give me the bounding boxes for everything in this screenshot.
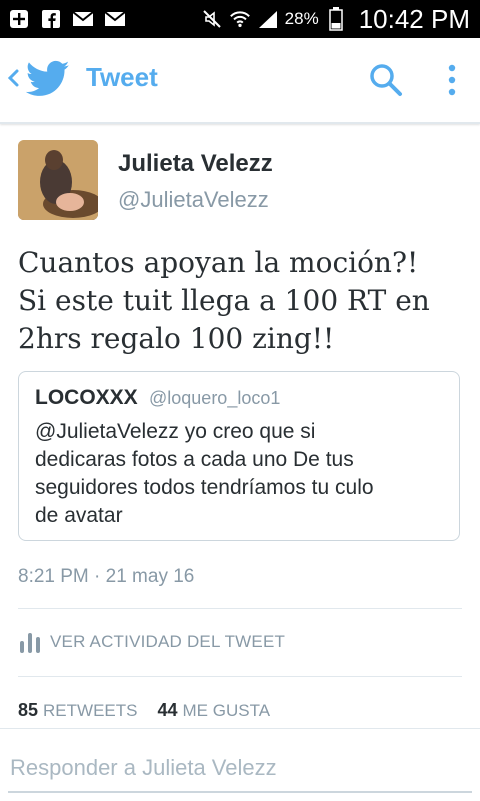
quoted-tweet-text: @JulietaVelezz yo creo que si dedicaras … [35,418,445,530]
view-activity-button[interactable]: VER ACTIVIDAD DEL TWEET [18,626,285,658]
mail-icon [104,9,126,29]
wifi-icon [229,9,251,29]
search-icon[interactable] [368,62,404,98]
quoted-author-name: LOCOXXX [35,386,138,409]
reply-input[interactable] [8,747,474,789]
add-icon [8,9,30,29]
quoted-tweet[interactable]: LOCOXXX @loquero_loco1 @JulietaVelezz yo… [18,371,460,541]
avatar[interactable] [18,140,98,220]
mute-icon [201,9,223,29]
reply-underline [8,791,472,793]
quoted-text-line: de avatar [35,504,123,527]
tweet-text-line: Cuantos apoyan la moción?! [18,246,419,279]
divider [18,608,462,609]
bar-chart-icon [18,629,42,655]
likes-label: ME GUSTA [182,701,271,720]
likes-stat[interactable]: 44 ME GUSTA [157,700,270,721]
retweets-label: RETWEETS [43,701,138,720]
tweet-timestamp: 8:21 PM · 21 may 16 [18,566,195,587]
app-bar: Tweet [0,38,480,124]
reply-composer [0,728,480,801]
likes-count: 44 [157,700,178,720]
battery-icon [325,7,347,31]
tweet-text-line: 2hrs regalo 100 zing!! [18,322,335,355]
view-activity-label: VER ACTIVIDAD DEL TWEET [50,632,286,651]
divider [18,676,462,677]
quoted-text-line: dedicaras fotos a cada uno De tus [35,448,354,471]
battery-percent: 28% [284,9,319,28]
notification-icons [8,9,126,29]
author-name[interactable]: Julieta Velezz [118,150,273,178]
retweets-stat[interactable]: 85 RETWEETS [18,700,137,721]
twitter-bird-icon[interactable] [25,60,70,98]
signal-icon [257,9,279,29]
quoted-author-handle: @loquero_loco1 [149,388,281,408]
author-handle[interactable]: @JulietaVelezz [118,187,269,213]
engagement-stats: 85 RETWEETS 44 ME GUSTA [18,700,290,721]
quoted-text-line: seguidores todos tendríamos tu culo [35,476,374,499]
quoted-text-line: @JulietaVelezz yo creo que si [35,420,316,443]
app-title: Tweet [86,62,158,92]
status-bar: 28% 10:42 PM [0,0,480,38]
mail-icon [72,9,94,29]
back-chevron-icon[interactable] [6,64,20,92]
tweet-text: Cuantos apoyan la moción?! Si este tuit … [18,244,462,358]
overflow-menu-icon[interactable] [440,60,464,100]
clock: 10:42 PM [358,3,470,34]
retweets-count: 85 [18,700,39,720]
tweet-text-line: Si este tuit llega a 100 RT en [18,284,430,317]
facebook-icon [40,9,62,29]
